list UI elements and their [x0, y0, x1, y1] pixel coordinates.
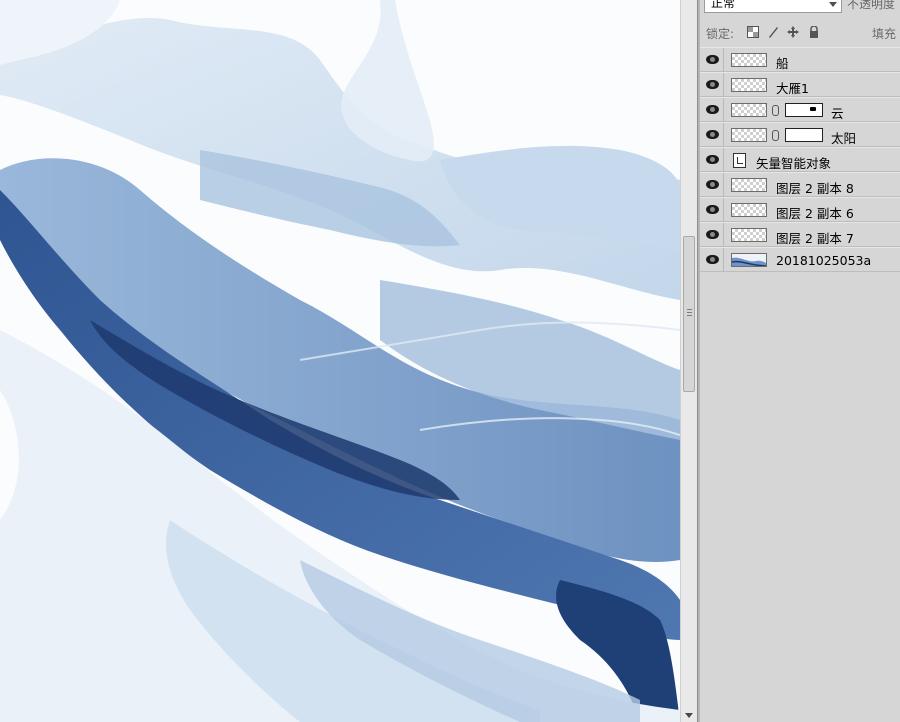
visibility-toggle[interactable]: [700, 148, 724, 172]
layer-name: 云: [831, 106, 844, 121]
lock-all-icon[interactable]: [808, 25, 820, 38]
layers-list: 船 大雁1 云 太阳 矢量智能对象 图层 2 副本 8 图层 2 副本 6 图层…: [700, 47, 900, 272]
layer-thumbnail: [731, 203, 767, 217]
mask-shape: [810, 107, 816, 111]
lock-row: 锁定: 填充: [700, 20, 900, 44]
chain-link-icon[interactable]: [772, 130, 779, 141]
layer-row-layer2-copy7[interactable]: 图层 2 副本 7: [700, 222, 900, 247]
layer-mask-thumbnail[interactable]: [785, 103, 823, 117]
layer-name: 大雁1: [776, 81, 809, 96]
visibility-toggle[interactable]: [700, 73, 724, 97]
fill-label: 填充: [872, 27, 897, 41]
chain-link-icon[interactable]: [772, 105, 779, 116]
layer-name: 图层 2 副本 7: [776, 231, 854, 246]
eye-icon: [706, 55, 719, 64]
eye-icon: [706, 130, 719, 139]
grip-icon: [687, 309, 692, 317]
lock-label: 锁定:: [706, 27, 735, 41]
scroll-down-arrow-icon[interactable]: [685, 713, 693, 718]
layer-mask-thumbnail[interactable]: [785, 128, 823, 142]
layer-thumbnail: [731, 53, 767, 67]
visibility-toggle[interactable]: [700, 98, 724, 122]
layer-thumbnail: [731, 178, 767, 192]
visibility-toggle[interactable]: [700, 48, 724, 72]
layer-thumbnail: [731, 128, 767, 142]
eye-icon: [706, 105, 719, 114]
smart-object-icon: [733, 153, 746, 168]
layer-name: 矢量智能对象: [756, 156, 832, 171]
layer-name: 太阳: [831, 131, 857, 146]
layer-row-boat[interactable]: 船: [700, 47, 900, 72]
eye-icon: [706, 155, 719, 164]
layer-row-vector-smart-object[interactable]: 矢量智能对象: [700, 147, 900, 172]
chevron-down-icon: [829, 2, 837, 7]
visibility-toggle[interactable]: [700, 248, 724, 272]
eye-icon: [706, 230, 719, 239]
layer-thumbnail: [731, 228, 767, 242]
visibility-toggle[interactable]: [700, 198, 724, 222]
eye-icon: [706, 205, 719, 214]
layer-row-wild-goose[interactable]: 大雁1: [700, 72, 900, 97]
eye-icon: [706, 255, 719, 264]
eye-icon: [706, 180, 719, 189]
layer-name: 20181025053a: [776, 253, 872, 268]
lock-brush-icon[interactable]: [767, 26, 779, 38]
layer-row-layer2-copy8[interactable]: 图层 2 副本 8: [700, 172, 900, 197]
visibility-toggle[interactable]: [700, 223, 724, 247]
layer-row-layer2-copy6[interactable]: 图层 2 副本 6: [700, 197, 900, 222]
layer-row-sun[interactable]: 太阳: [700, 122, 900, 147]
layer-row-background-image[interactable]: 20181025053a: [700, 247, 900, 272]
visibility-toggle[interactable]: [700, 173, 724, 197]
lock-move-icon[interactable]: [787, 26, 799, 38]
blend-opacity-row: 正常 不透明度: [700, 0, 900, 18]
layer-thumbnail: [731, 253, 767, 267]
layer-name: 图层 2 副本 6: [776, 206, 854, 221]
lock-transparent-icon[interactable]: [747, 26, 759, 38]
ink-wash-artwork: [0, 0, 680, 722]
layer-thumbnail: [731, 103, 767, 117]
layer-name: 船: [776, 56, 789, 71]
blend-mode-select[interactable]: 正常: [704, 0, 842, 13]
scrollbar-thumb[interactable]: [683, 236, 695, 392]
layer-name: 图层 2 副本 8: [776, 181, 854, 196]
document-canvas[interactable]: [0, 0, 680, 722]
layer-row-cloud[interactable]: 云: [700, 97, 900, 122]
canvas-vertical-scrollbar[interactable]: [680, 0, 697, 722]
layers-panel: 正常 不透明度 锁定: 填充 船 大雁1 云 太阳 矢量智能对象 图层 2 副本…: [700, 0, 900, 722]
layer-thumbnail: [731, 78, 767, 92]
blend-mode-value: 正常: [711, 0, 736, 10]
eye-icon: [706, 80, 719, 89]
opacity-label: 不透明度: [847, 0, 896, 11]
visibility-toggle[interactable]: [700, 123, 724, 147]
